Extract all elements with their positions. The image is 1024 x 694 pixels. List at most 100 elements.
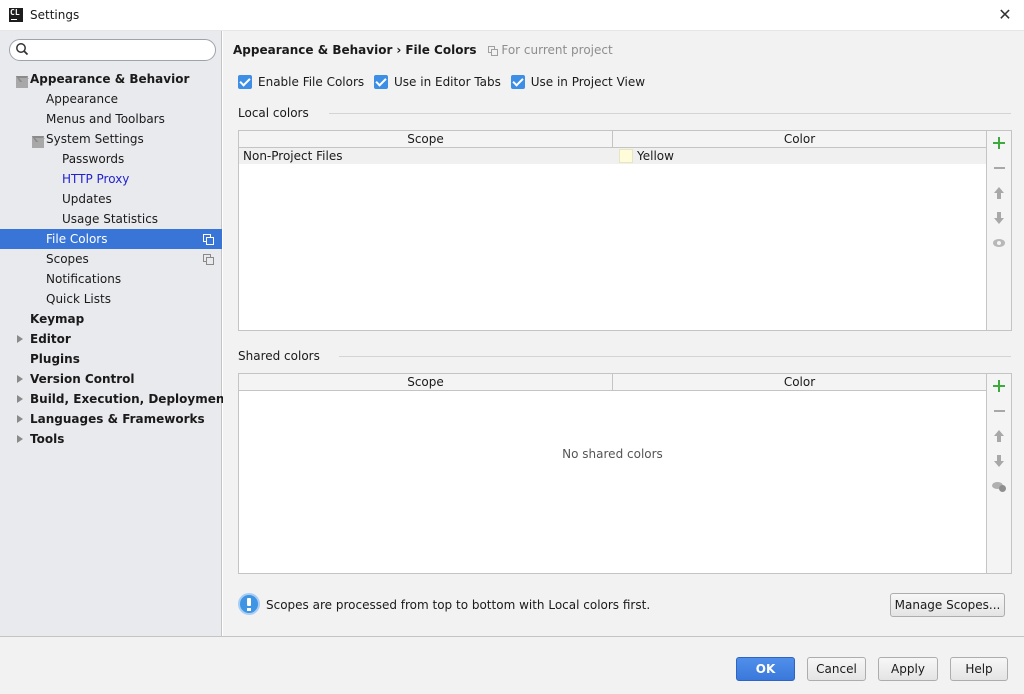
add-icon[interactable] (990, 134, 1008, 152)
sidebar-item-notifications[interactable]: Notifications (0, 269, 222, 289)
sidebar-item-label: Passwords (62, 152, 125, 166)
sidebar-item-label: File Colors (46, 232, 108, 246)
checkbox-checked-icon (374, 75, 388, 89)
title-bar: CL Settings ✕ (0, 0, 1024, 31)
manage-scopes-button[interactable]: Manage Scopes... (890, 593, 1005, 617)
dialog-footer: OK Cancel Apply Help (0, 636, 1024, 694)
move-down-icon[interactable] (990, 452, 1008, 470)
sidebar-item-label: Usage Statistics (62, 212, 159, 226)
shared-colors-toolbar (987, 373, 1012, 574)
sidebar-item-plugins[interactable]: Plugins (0, 349, 222, 369)
sidebar-item-label: Editor (30, 332, 71, 346)
section-divider (339, 356, 1011, 357)
breadcrumb-parent: Appearance & Behavior (233, 43, 393, 57)
column-header-scope[interactable]: Scope (239, 131, 613, 147)
help-button[interactable]: Help (950, 657, 1008, 681)
row-color: Yellow (637, 149, 674, 163)
ok-button[interactable]: OK (736, 657, 795, 681)
sidebar-item-languages-frameworks[interactable]: Languages & Frameworks (0, 409, 222, 429)
unshare-icon[interactable] (990, 477, 1008, 495)
shared-colors-title: Shared colors (238, 349, 320, 363)
project-scope-icon (488, 46, 499, 56)
apply-button[interactable]: Apply (878, 657, 938, 681)
close-icon[interactable]: ✕ (994, 4, 1016, 26)
row-scope: Non-Project Files (243, 149, 343, 163)
sidebar-item-label: Notifications (46, 272, 122, 286)
sidebar-item-tools[interactable]: Tools (0, 429, 222, 449)
sidebar-item-version-control[interactable]: Version Control (0, 369, 222, 389)
column-header-scope[interactable]: Scope (239, 374, 613, 390)
local-colors-table[interactable]: Scope Color Non-Project Files Yellow (238, 130, 987, 331)
sidebar-item-label: Tools (30, 432, 65, 446)
section-divider (329, 113, 1011, 114)
sidebar-item-updates[interactable]: Updates (0, 189, 222, 209)
sidebar-item-http-proxy[interactable]: HTTP Proxy (0, 169, 222, 189)
sidebar-item-scopes[interactable]: Scopes (0, 249, 222, 269)
sidebar-item-menus-toolbars[interactable]: Menus and Toolbars (0, 109, 222, 129)
share-icon[interactable] (990, 234, 1008, 252)
chevron-down-icon[interactable] (31, 129, 45, 149)
file-color-options: Enable File Colors Use in Editor Tabs Us… (238, 73, 651, 91)
shared-colors-table[interactable]: Scope Color No shared colors (238, 373, 987, 574)
sidebar-item-usage-statistics[interactable]: Usage Statistics (0, 209, 222, 229)
sidebar-item-editor[interactable]: Editor (0, 329, 222, 349)
table-header: Scope Color (239, 131, 986, 148)
column-header-color[interactable]: Color (613, 374, 986, 390)
sidebar-item-label: HTTP Proxy (62, 172, 130, 186)
checkbox-label: Enable File Colors (258, 75, 365, 89)
empty-state-text: No shared colors (562, 447, 663, 461)
enable-file-colors-checkbox[interactable]: Enable File Colors (238, 73, 364, 91)
settings-sidebar: Appearance & Behavior Appearance Menus a… (0, 31, 230, 636)
remove-icon[interactable] (990, 159, 1008, 177)
info-text: Scopes are processed from top to bottom … (266, 598, 651, 612)
settings-tree: Appearance & Behavior Appearance Menus a… (0, 69, 230, 449)
sidebar-item-label: Appearance & Behavior (30, 72, 190, 86)
table-row[interactable]: Non-Project Files Yellow (239, 148, 986, 164)
info-icon (238, 593, 260, 615)
breadcrumb-separator: › (396, 43, 402, 57)
sidebar-item-label: Updates (62, 192, 112, 206)
project-note: For current project (501, 43, 613, 57)
sidebar-item-appearance[interactable]: Appearance (0, 89, 222, 109)
search-icon (16, 43, 29, 56)
sidebar-item-label: Quick Lists (46, 292, 111, 306)
local-colors-toolbar (987, 130, 1012, 331)
sidebar-item-label: Plugins (30, 352, 80, 366)
sidebar-item-file-colors[interactable]: File Colors (0, 229, 222, 249)
checkbox-label: Use in Editor Tabs (394, 75, 501, 89)
move-down-icon[interactable] (990, 209, 1008, 227)
sidebar-item-system-settings[interactable]: System Settings (0, 129, 222, 149)
add-icon[interactable] (990, 377, 1008, 395)
sidebar-item-quick-lists[interactable]: Quick Lists (0, 289, 222, 309)
local-colors-title: Local colors (238, 106, 309, 120)
chevron-right-icon[interactable] (15, 369, 25, 389)
sidebar-item-appearance-behavior[interactable]: Appearance & Behavior (0, 69, 222, 89)
chevron-down-icon[interactable] (15, 69, 29, 89)
sidebar-item-label: Build, Execution, Deployment (30, 392, 231, 406)
sidebar-item-label: Menus and Toolbars (46, 112, 165, 126)
column-header-color[interactable]: Color (613, 131, 986, 147)
sidebar-item-label: Keymap (30, 312, 85, 326)
app-icon-label: CL (10, 8, 20, 17)
chevron-right-icon[interactable] (15, 429, 25, 449)
sidebar-item-build-execution-deployment[interactable]: Build, Execution, Deployment (0, 389, 230, 409)
chevron-right-icon[interactable] (15, 389, 25, 409)
move-up-icon[interactable] (990, 427, 1008, 445)
chevron-right-icon[interactable] (15, 409, 25, 429)
sidebar-item-label: System Settings (46, 132, 144, 146)
use-in-project-view-checkbox[interactable]: Use in Project View (510, 73, 645, 91)
use-in-editor-tabs-checkbox[interactable]: Use in Editor Tabs (374, 73, 501, 91)
sidebar-item-label: Version Control (30, 372, 135, 386)
search-input[interactable] (9, 39, 216, 61)
sidebar-item-label: Appearance (46, 92, 119, 106)
remove-icon[interactable] (990, 402, 1008, 420)
project-scope-icon (203, 234, 214, 245)
sidebar-item-passwords[interactable]: Passwords (0, 149, 222, 169)
window-title: Settings (30, 8, 80, 22)
cancel-button[interactable]: Cancel (807, 657, 866, 681)
sidebar-item-keymap[interactable]: Keymap (0, 309, 222, 329)
chevron-right-icon[interactable] (15, 329, 25, 349)
move-up-icon[interactable] (990, 184, 1008, 202)
app-icon: CL (9, 8, 23, 22)
checkbox-checked-icon (510, 75, 525, 89)
